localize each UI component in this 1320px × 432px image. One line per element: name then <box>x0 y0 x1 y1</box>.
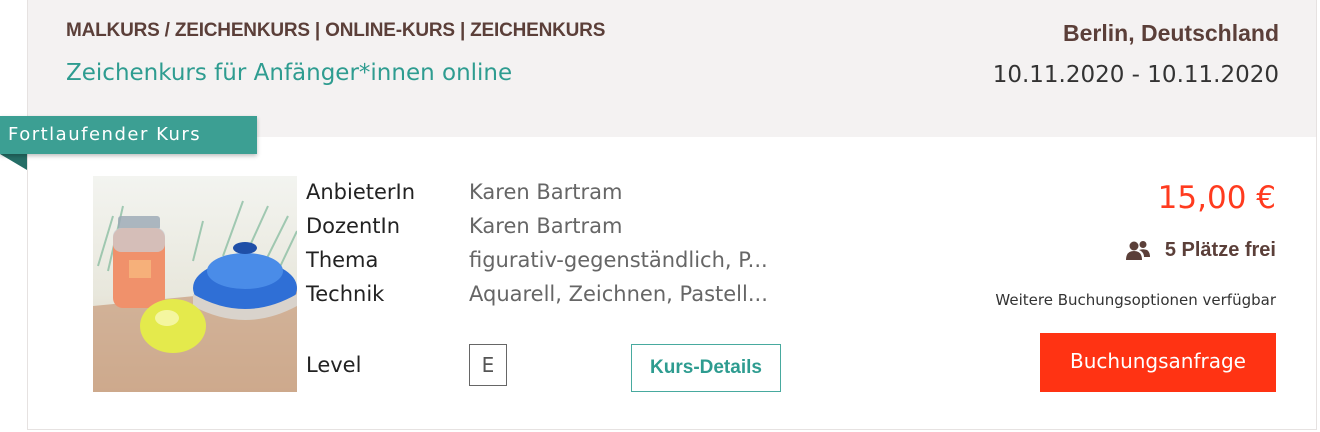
detail-value: Aquarell, Zeichnen, Pastell... <box>469 282 768 306</box>
detail-label: AnbieterIn <box>306 180 416 204</box>
course-dates: 10.11.2020 - 10.11.2020 <box>992 62 1279 88</box>
course-painting-image <box>93 176 297 392</box>
level-label: Level <box>306 353 362 377</box>
booking-request-button[interactable]: Buchungsanfrage <box>1040 333 1276 392</box>
people-icon <box>1125 240 1150 260</box>
course-price: 15,00 € <box>1157 180 1276 216</box>
detail-value: figurativ-gegenständlich, P... <box>469 248 768 272</box>
ribbon-fold <box>0 154 27 170</box>
detail-value: Karen Bartram <box>469 180 623 204</box>
seats-label: 5 Plätze frei <box>1164 239 1276 261</box>
course-details-button[interactable]: Kurs-Details <box>631 344 781 392</box>
course-location: Berlin, Deutschland <box>1063 20 1279 46</box>
course-title[interactable]: Zeichenkurs für Anfänger*innen online <box>66 60 512 86</box>
level-badge: E <box>469 344 507 386</box>
booking-options-note: Weitere Buchungsoptionen verfügbar <box>995 291 1276 309</box>
category-breadcrumb: MALKURS / ZEICHENKURS | ONLINE-KURS | ZE… <box>66 20 606 41</box>
detail-value: Karen Bartram <box>469 214 623 238</box>
detail-label: Thema <box>306 248 379 272</box>
detail-label: DozentIn <box>306 214 401 238</box>
course-thumbnail[interactable] <box>93 176 297 392</box>
ongoing-course-ribbon: Fortlaufender Kurs <box>0 116 257 154</box>
detail-label: Technik <box>306 282 385 306</box>
available-seats: 5 Plätze frei <box>1125 239 1276 262</box>
